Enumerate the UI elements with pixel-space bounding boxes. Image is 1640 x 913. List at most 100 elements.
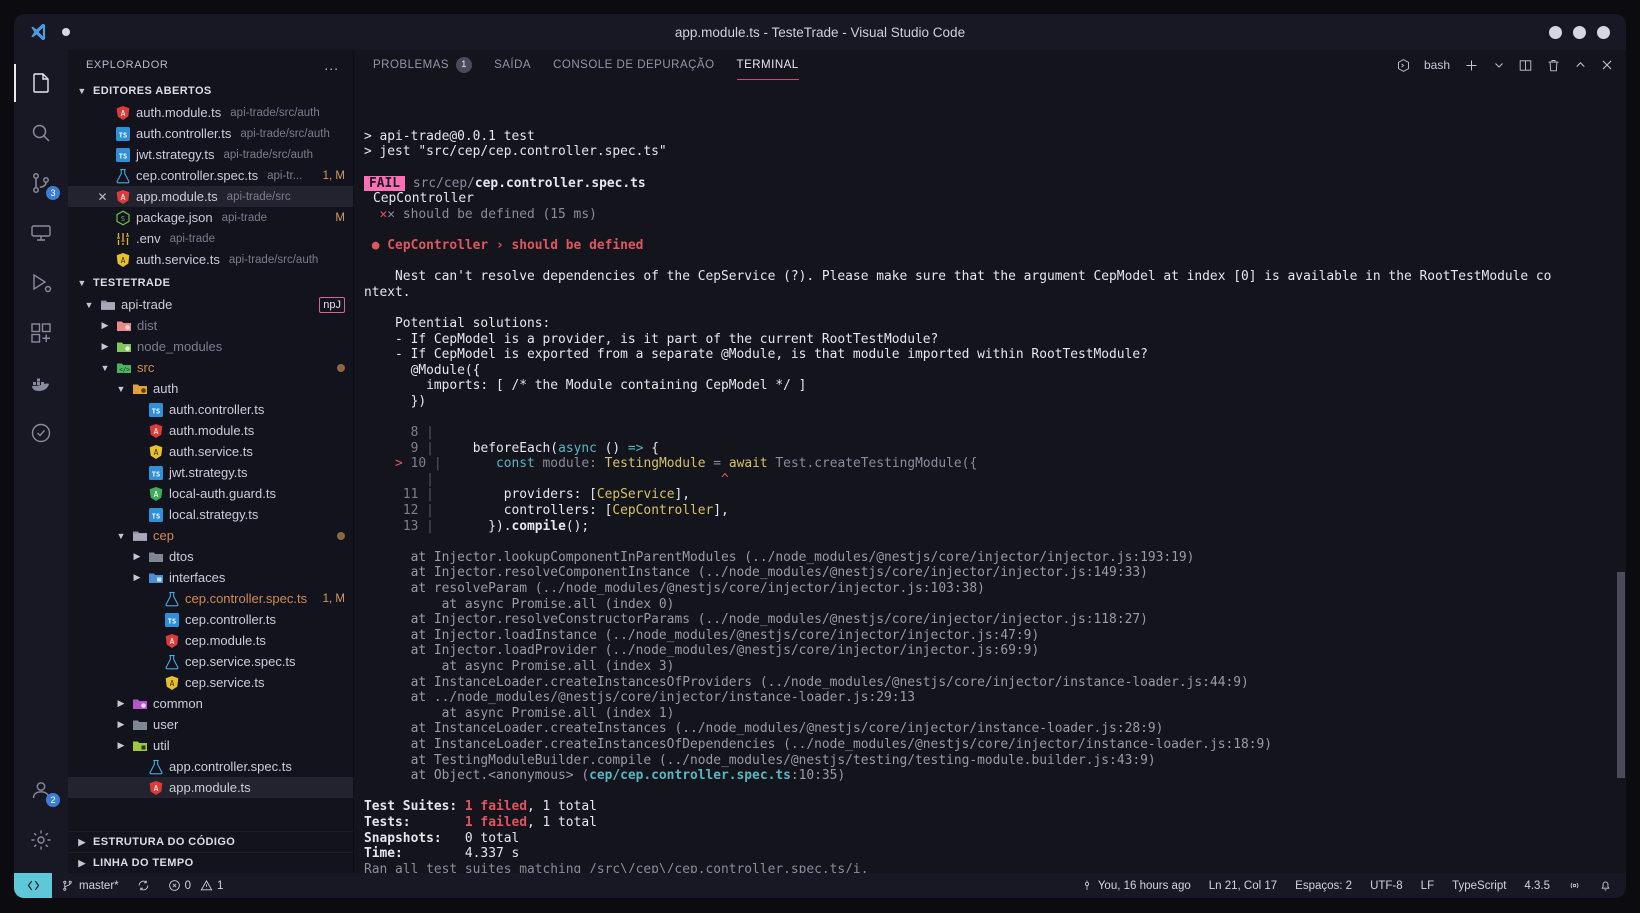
status-branch[interactable]: master* bbox=[52, 873, 128, 898]
tab-terminal[interactable]: TERMINAL bbox=[726, 50, 810, 80]
status-git-blame[interactable]: You, 16 hours ago bbox=[1072, 873, 1200, 898]
tree-item-label: local.strategy.ts bbox=[169, 507, 259, 522]
tree-file-item[interactable]: Aauth.service.ts bbox=[68, 441, 353, 462]
sidebar-item-run-and-debug[interactable] bbox=[14, 258, 68, 308]
chevron-down-icon[interactable]: ▼ bbox=[83, 300, 95, 310]
terminal-scrollbar-thumb[interactable] bbox=[1617, 571, 1625, 778]
tree-folder-item[interactable]: ▶ util bbox=[68, 735, 353, 756]
chevron-right-icon[interactable]: ▶ bbox=[131, 551, 143, 562]
sidebar-item-remote-explorer[interactable] bbox=[14, 208, 68, 258]
shell-name: bash bbox=[1423, 58, 1450, 72]
status-language-mode[interactable]: TypeScript bbox=[1443, 873, 1515, 898]
maximize-button[interactable] bbox=[1573, 25, 1586, 39]
chevron-right-icon[interactable]: ▶ bbox=[115, 698, 127, 709]
status-encoding[interactable]: UTF-8 bbox=[1361, 873, 1412, 898]
status-problems[interactable]: 0 1 bbox=[159, 873, 233, 898]
open-editor-item[interactable]: ✕ Aapp.module.ts api-trade/src bbox=[68, 186, 353, 207]
split-icon[interactable] bbox=[1518, 58, 1533, 73]
close-window-button[interactable] bbox=[1597, 25, 1610, 39]
status-notifications[interactable] bbox=[1590, 873, 1626, 898]
tree-file-item[interactable]: app.controller.spec.ts bbox=[68, 756, 353, 777]
chevron-down-icon[interactable]: ▼ bbox=[99, 363, 111, 373]
chevron-down-icon[interactable]: ▼ bbox=[115, 531, 127, 541]
tree-file-item[interactable]: TS jwt.strategy.ts bbox=[68, 462, 353, 483]
open-editor-item[interactable]: Aauth.module.ts api-trade/src/auth bbox=[68, 102, 353, 123]
tree-folder-item[interactable]: ▼ api-trade npJ bbox=[68, 294, 353, 315]
open-editor-item[interactable]: Aauth.service.ts api-trade/src/auth bbox=[68, 249, 353, 270]
npm-script-badge[interactable]: npJ bbox=[319, 296, 345, 313]
sidebar-item-settings[interactable] bbox=[14, 815, 68, 865]
tree-file-item[interactable]: Aapp.module.ts bbox=[68, 777, 353, 798]
tree-folder-item[interactable]: ▼ auth bbox=[68, 378, 353, 399]
tree-file-item[interactable]: TS cep.controller.ts bbox=[68, 609, 353, 630]
tree-folder-item[interactable]: ▼ </> src bbox=[68, 357, 353, 378]
tree-file-item[interactable]: TS local.strategy.ts bbox=[68, 504, 353, 525]
open-editor-item[interactable]: .env api-trade bbox=[68, 228, 353, 249]
terminal-output[interactable]: > api-trade@0.0.1 test > jest "src/cep/c… bbox=[354, 80, 1626, 873]
close-icon[interactable] bbox=[1600, 58, 1614, 72]
chevron-right-icon[interactable]: ▶ bbox=[99, 341, 111, 352]
tree-folder-item[interactable]: ▶ common bbox=[68, 693, 353, 714]
chevron-right-icon[interactable]: ▶ bbox=[115, 740, 127, 751]
open-editor-item[interactable]: TS jwt.strategy.ts api-trade/src/auth bbox=[68, 144, 353, 165]
stack-line: at async Promise.all (index 3) bbox=[410, 658, 675, 674]
open-editor-item[interactable]: cep.controller.spec.ts api-tr... 1, M bbox=[68, 165, 353, 186]
sidebar-more-actions-button[interactable]: ... bbox=[324, 57, 339, 73]
unsaved-indicator bbox=[62, 28, 70, 36]
remote-window-button[interactable] bbox=[14, 873, 52, 898]
status-eol[interactable]: LF bbox=[1412, 873, 1443, 898]
section-timeline[interactable]: ▶ LINHA DO TEMPO bbox=[68, 852, 353, 873]
open-editor-item[interactable]: Spackage.json api-trade M bbox=[68, 207, 353, 228]
status-sync[interactable] bbox=[128, 873, 159, 898]
minimize-button[interactable] bbox=[1549, 25, 1562, 39]
tree-file-item[interactable]: cep.controller.spec.ts 1, M bbox=[68, 588, 353, 609]
tree-folder-item[interactable]: ▼ cep bbox=[68, 525, 353, 546]
section-workspace[interactable]: ▼ TESTETRADE bbox=[68, 272, 353, 294]
status-cursor-position[interactable]: Ln 21, Col 17 bbox=[1200, 873, 1286, 898]
branch-label: master* bbox=[79, 879, 119, 892]
section-outline[interactable]: ▶ ESTRUTURA DO CÓDIGO bbox=[68, 831, 353, 852]
chevron-down-icon[interactable] bbox=[1493, 59, 1505, 71]
tab-console-depuracao[interactable]: CONSOLE DE DEPURAÇÃO bbox=[542, 50, 725, 80]
tab-problemas[interactable]: PROBLEMAS 1 bbox=[362, 50, 483, 80]
status-ts-version[interactable]: 4.3.5 bbox=[1515, 873, 1559, 898]
sidebar-item-docker[interactable] bbox=[14, 358, 68, 408]
tree-folder-item[interactable]: ▶ node_modules bbox=[68, 336, 353, 357]
window-controls[interactable] bbox=[1549, 25, 1626, 39]
close-editor-button[interactable]: ✕ bbox=[95, 190, 110, 204]
sidebar-item-testing[interactable] bbox=[14, 408, 68, 458]
tree-item-badge: 1, M bbox=[322, 592, 345, 605]
tree-file-item[interactable]: Acep.service.ts bbox=[68, 672, 353, 693]
tree-folder-item[interactable]: ▶ dtos bbox=[68, 546, 353, 567]
tree-folder-item[interactable]: ▶ interfaces bbox=[68, 567, 353, 588]
sidebar-item-extensions[interactable] bbox=[14, 308, 68, 358]
tab-saida[interactable]: SAÍDA bbox=[483, 50, 542, 80]
typescript-icon: TS bbox=[148, 402, 164, 418]
folder-modified-dot bbox=[337, 531, 345, 540]
tree-file-item[interactable]: Aauth.module.ts bbox=[68, 420, 353, 441]
terminal-scrollbar[interactable] bbox=[1616, 80, 1626, 873]
tree-file-item[interactable]: Acep.module.ts bbox=[68, 630, 353, 651]
section-open-editors[interactable]: ▼ EDITORES ABERTOS bbox=[68, 80, 353, 102]
trash-icon[interactable] bbox=[1546, 58, 1561, 73]
plus-icon[interactable] bbox=[1463, 57, 1480, 74]
tree-folder-item[interactable]: ▶ dist bbox=[68, 315, 353, 336]
chevron-right-icon[interactable]: ▶ bbox=[99, 320, 111, 331]
sidebar-item-accounts[interactable]: 2 bbox=[14, 765, 68, 815]
chevron-down-icon[interactable]: ▼ bbox=[115, 384, 127, 394]
sidebar-item-explorer[interactable] bbox=[14, 58, 68, 108]
tree-file-item[interactable]: Alocal-auth.guard.ts bbox=[68, 483, 353, 504]
tree-file-item[interactable]: TS auth.controller.ts bbox=[68, 399, 353, 420]
stack-link-file[interactable]: cep/cep.controller.spec.ts bbox=[589, 768, 791, 783]
open-editor-item[interactable]: TS auth.controller.ts api-trade/src/auth bbox=[68, 123, 353, 144]
open-editor-name: jwt.strategy.ts bbox=[136, 147, 215, 162]
tree-folder-item[interactable]: ▶ user bbox=[68, 714, 353, 735]
tree-file-item[interactable]: cep.service.spec.ts bbox=[68, 651, 353, 672]
chevron-right-icon[interactable]: ▶ bbox=[115, 719, 127, 730]
chevron-up-icon[interactable] bbox=[1574, 59, 1587, 72]
status-indentation[interactable]: Espaços: 2 bbox=[1286, 873, 1361, 898]
status-broadcast[interactable] bbox=[1559, 873, 1590, 898]
sidebar-item-search[interactable] bbox=[14, 108, 68, 158]
sidebar-item-source-control[interactable]: 3 bbox=[14, 158, 68, 208]
chevron-right-icon[interactable]: ▶ bbox=[131, 572, 143, 583]
